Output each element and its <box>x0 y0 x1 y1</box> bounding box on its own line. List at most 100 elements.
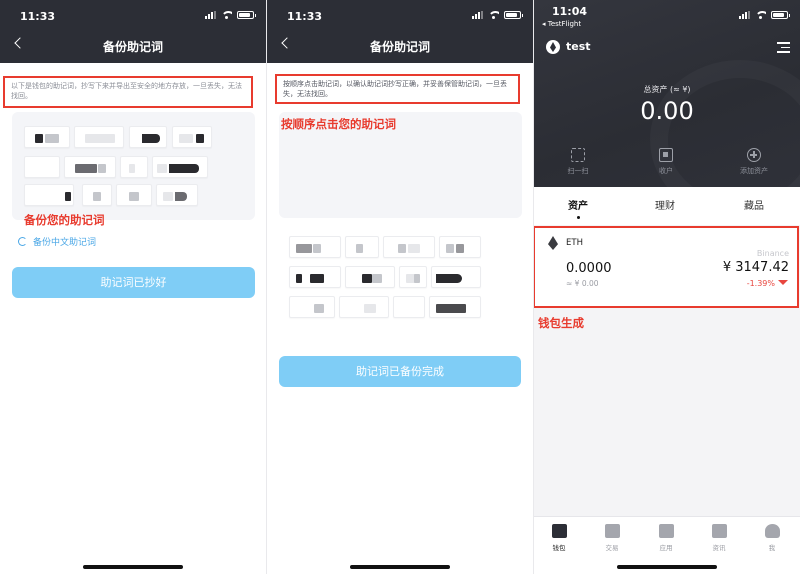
price-change: -1.39% <box>746 279 775 288</box>
scan-icon <box>571 148 585 162</box>
home-indicator <box>83 565 183 569</box>
testflight-back-link[interactable]: ◂ TestFlight <box>542 20 581 28</box>
word-choice[interactable] <box>339 296 389 318</box>
add-circle-icon <box>747 148 761 162</box>
tabbar-me[interactable]: 我 <box>752 524 792 552</box>
tabbar-wallet-label: 钱包 <box>552 544 566 552</box>
page-title: 备份助记词 <box>369 40 430 54</box>
total-assets-value: 0.00 <box>640 97 694 125</box>
word-choice[interactable] <box>345 236 379 258</box>
mnemonic-word <box>24 156 60 178</box>
header-bar: 11:33 备份助记词 <box>267 0 533 63</box>
asset-cny-value: ≈ ¥ 0.00 <box>566 279 599 288</box>
home-indicator <box>350 565 450 569</box>
user-icon <box>764 524 780 538</box>
screen-wallet-home: 11:04 ◂ TestFlight test 总资产 (≈ ¥) 0.00 扫… <box>534 0 800 574</box>
tab-finance[interactable]: 理财 <box>655 197 675 212</box>
battery-icon <box>771 11 790 19</box>
mnemonic-word <box>129 126 167 148</box>
qr-code-icon <box>659 148 673 162</box>
status-indicators <box>472 11 523 19</box>
mnemonic-word <box>172 126 212 148</box>
tabbar-wallet[interactable]: 钱包 <box>539 524 579 552</box>
screen-confirm-mnemonic: 11:33 备份助记词 按顺序点击助记词，以确认助记词抄写正确，并妥善保管助记词… <box>267 0 533 574</box>
cn-link-label: 备份中文助记词 <box>33 238 97 248</box>
mnemonic-word <box>116 184 152 206</box>
mnemonic-word-grid <box>12 112 255 220</box>
battery-icon <box>504 11 523 19</box>
add-asset-action[interactable]: 添加资产 <box>724 148 784 176</box>
word-choice[interactable] <box>399 266 427 288</box>
asset-row-eth[interactable]: ETH Binance 0.0000 ≈ ¥ 0.00 ¥ 3147.42 -1… <box>534 226 799 308</box>
status-indicators <box>205 11 256 19</box>
tabbar-news-label: 资讯 <box>712 544 726 552</box>
backup-chinese-mnemonic-link[interactable]: 备份中文助记词 <box>18 235 96 248</box>
word-choice[interactable] <box>345 266 395 288</box>
annotation-wallet-created: 钱包生成 <box>538 316 584 330</box>
add-asset-label: 添加资产 <box>740 167 768 175</box>
tabbar-me-label: 我 <box>768 544 776 552</box>
battery-icon <box>237 11 256 19</box>
confirm-notice: 按顺序点击助记词，以确认助记词抄写正确，并妥善保管助记词，一旦丢失，无法找回。 <box>275 74 520 104</box>
word-choice[interactable] <box>439 236 481 258</box>
screen-backup-mnemonic: 11:33 备份助记词 以下是钱包的助记词，抄写下来并导出至安全的地方存放，一旦… <box>0 0 266 574</box>
status-time: 11:04 <box>552 5 588 18</box>
word-choice[interactable] <box>383 236 435 258</box>
mnemonic-word <box>156 184 198 206</box>
word-choice[interactable] <box>289 266 341 288</box>
wallet-name[interactable]: test <box>566 40 591 53</box>
tabbar-apps[interactable]: 应用 <box>646 524 686 552</box>
word-choice[interactable] <box>289 236 341 258</box>
mnemonic-word <box>64 156 116 178</box>
status-time: 11:33 <box>20 10 56 23</box>
wifi-icon <box>488 11 499 19</box>
backup-notice: 以下是钱包的助记词，抄写下来并导出至安全的地方存放，一旦丢失，无法找回。 <box>3 76 253 108</box>
asset-balance: 0.0000 <box>566 261 612 276</box>
mnemonic-copied-button[interactable]: 助记词已抄好 <box>12 267 255 298</box>
receive-label: 收户 <box>659 167 673 175</box>
active-tab-indicator <box>577 216 580 219</box>
wallet-icon <box>551 524 567 538</box>
tab-collectibles[interactable]: 藏品 <box>744 197 764 212</box>
status-indicators <box>739 11 790 19</box>
asset-tabs: 资产 理财 藏品 <box>534 187 800 225</box>
mnemonic-word <box>24 184 74 206</box>
tabbar-news[interactable]: 资讯 <box>699 524 739 552</box>
mnemonic-word <box>74 126 124 148</box>
tab-assets[interactable]: 资产 <box>568 197 588 212</box>
eth-icon <box>548 236 558 250</box>
menu-icon[interactable] <box>777 42 790 53</box>
mnemonic-word <box>24 126 70 148</box>
backup-complete-button[interactable]: 助记词已备份完成 <box>279 356 521 387</box>
asset-symbol: ETH <box>566 238 583 248</box>
status-time: 11:33 <box>287 10 323 23</box>
page-title: 备份助记词 <box>102 40 163 54</box>
wifi-icon <box>221 11 232 19</box>
mnemonic-word <box>82 184 112 206</box>
sync-icon <box>18 237 27 246</box>
annotation-tap-in-order: 按顺序点击您的助记词 <box>281 117 396 131</box>
word-choice[interactable] <box>393 296 425 318</box>
tabbar-trade[interactable]: 交易 <box>592 524 632 552</box>
home-indicator <box>617 565 717 569</box>
chevron-down-icon <box>778 280 788 285</box>
annotation-backup-words: 备份您的助记词 <box>24 213 105 227</box>
mnemonic-word <box>120 156 148 178</box>
ethereum-logo-icon <box>546 40 560 54</box>
signal-icon <box>739 11 750 19</box>
mnemonic-word <box>152 156 208 178</box>
price-source: Binance <box>756 249 789 258</box>
word-choice[interactable] <box>431 266 481 288</box>
wallet-header: 11:04 ◂ TestFlight test 总资产 (≈ ¥) 0.00 扫… <box>534 0 800 187</box>
scan-action[interactable]: 扫一扫 <box>548 148 608 176</box>
news-icon <box>711 524 727 538</box>
total-assets-label: 总资产 (≈ ¥) <box>643 85 691 94</box>
word-choice[interactable] <box>289 296 335 318</box>
receive-action[interactable]: 收户 <box>636 148 696 176</box>
signal-icon <box>472 11 483 19</box>
word-choice[interactable] <box>429 296 481 318</box>
layers-icon <box>658 524 674 538</box>
chart-icon <box>604 524 620 538</box>
asset-price: ¥ 3147.42 <box>722 260 789 275</box>
scan-label: 扫一扫 <box>567 167 589 175</box>
